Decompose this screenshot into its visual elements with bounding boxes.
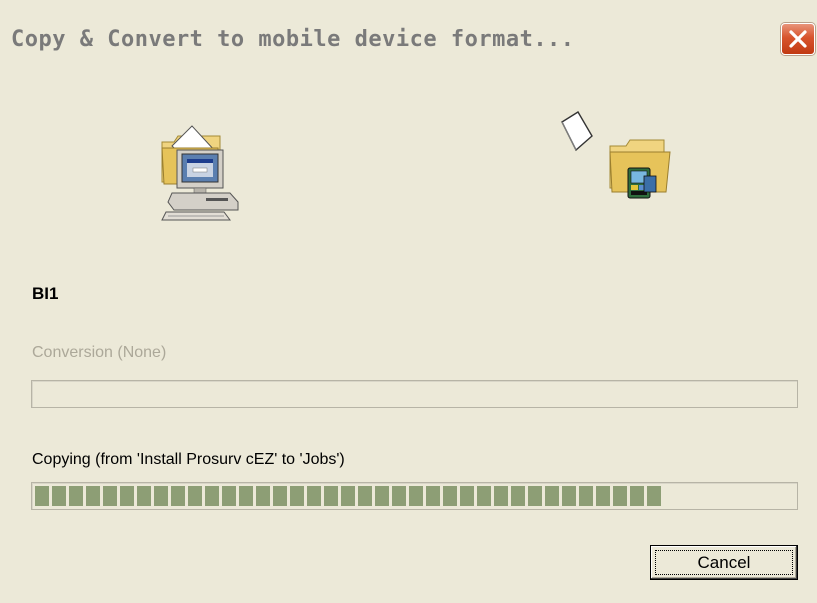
progress-segment — [222, 486, 236, 506]
progress-segment — [171, 486, 185, 506]
progress-segment — [69, 486, 83, 506]
close-button[interactable] — [781, 23, 815, 55]
progress-segment — [392, 486, 406, 506]
progress-segment — [426, 486, 440, 506]
flying-document-icon — [556, 110, 596, 156]
progress-segment — [375, 486, 389, 506]
progress-segment — [545, 486, 559, 506]
progress-segment — [579, 486, 593, 506]
progress-segment — [86, 486, 100, 506]
progress-segment — [188, 486, 202, 506]
progress-segment — [273, 486, 287, 506]
cancel-button[interactable]: Cancel — [650, 545, 798, 580]
progress-segment — [460, 486, 474, 506]
progress-segment — [443, 486, 457, 506]
progress-segment — [630, 486, 644, 506]
title-bar: Copy & Convert to mobile device format..… — [0, 0, 817, 76]
progress-segment — [239, 486, 253, 506]
progress-segment — [103, 486, 117, 506]
progress-segment — [52, 486, 66, 506]
progress-segment — [307, 486, 321, 506]
copying-progress-fill — [35, 486, 661, 506]
progress-segment — [613, 486, 627, 506]
computer-folder-icon — [160, 122, 242, 222]
progress-segment — [290, 486, 304, 506]
copying-label: Copying (from 'Install Prosurv cEZ' to '… — [32, 451, 345, 468]
progress-segment — [324, 486, 338, 506]
file-name: BI1 — [32, 284, 59, 303]
mobile-device-folder-icon — [608, 138, 678, 202]
copying-progress-bar — [31, 482, 798, 510]
window-title: Copy & Convert to mobile device format..… — [11, 27, 575, 52]
progress-segment — [562, 486, 576, 506]
progress-segment — [477, 486, 491, 506]
progress-segment — [358, 486, 372, 506]
close-x-icon — [789, 30, 807, 48]
progress-segment — [409, 486, 423, 506]
progress-segment — [256, 486, 270, 506]
conversion-label: Conversion (None) — [32, 344, 167, 361]
progress-segment — [596, 486, 610, 506]
progress-segment — [341, 486, 355, 506]
progress-segment — [35, 486, 49, 506]
progress-segment — [647, 486, 661, 506]
progress-segment — [120, 486, 134, 506]
conversion-progress-bar — [31, 380, 798, 408]
progress-segment — [137, 486, 151, 506]
progress-segment — [205, 486, 219, 506]
progress-segment — [154, 486, 168, 506]
progress-segment — [528, 486, 542, 506]
progress-segment — [511, 486, 525, 506]
progress-segment — [494, 486, 508, 506]
cancel-button-label: Cancel — [697, 552, 751, 572]
